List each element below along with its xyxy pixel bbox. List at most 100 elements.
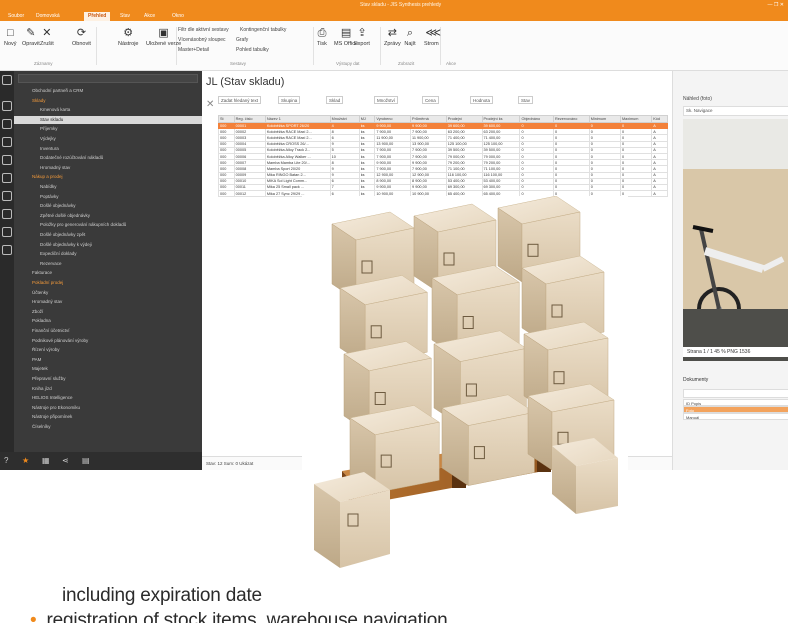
sidebar-item[interactable]: Pokladna (14, 317, 202, 325)
column-header[interactable]: St (218, 115, 235, 123)
sidebar-item[interactable]: Došlé objednávky (14, 202, 202, 210)
menu-tab[interactable]: Přehled (84, 12, 111, 21)
grid-filter-field[interactable]: Stav (518, 96, 534, 104)
sidebar-item[interactable]: Přepravní služby (14, 375, 202, 383)
sidebar-item[interactable]: Došlé objednávky zpět (14, 231, 202, 239)
menu-tab[interactable]: Okno (168, 12, 188, 21)
module-icon[interactable] (2, 209, 12, 219)
sidebar-item[interactable]: Nákup a prodej (14, 173, 202, 181)
window-controls[interactable]: — ❐ ✕ (768, 0, 784, 11)
column-header[interactable]: Kód (651, 115, 668, 123)
grid-icon[interactable]: ▦ (42, 456, 50, 465)
module-icon[interactable] (2, 75, 12, 85)
column-header[interactable]: Reg. číslo (233, 115, 266, 123)
sidebar-item[interactable]: Poptávky (14, 193, 202, 201)
module-icon[interactable] (2, 137, 12, 147)
ribbon-button[interactable]: ⚙ Nástroje (118, 27, 138, 47)
document-row[interactable]: Foto (683, 406, 788, 413)
sidebar-item[interactable]: Hromadný stav (14, 298, 202, 306)
ribbon-small-button[interactable]: Vícenásobný sloupec (178, 37, 226, 43)
sidebar-item[interactable]: Zpětné došlé objednávky (14, 212, 202, 220)
sidebar-item[interactable]: Položky pro generování nákupních dokladů (14, 221, 202, 229)
menu-tab[interactable]: Domovská (32, 12, 64, 21)
module-icon[interactable] (2, 155, 12, 165)
calendar-icon[interactable]: ▤ (82, 456, 90, 465)
module-icon[interactable] (2, 245, 12, 255)
ribbon-button[interactable]: □ Nový (4, 27, 17, 47)
preview-toolbar[interactable]: Sk. Navigace (683, 106, 788, 116)
help-icon[interactable]: ? (4, 456, 8, 465)
grid-filter-field[interactable]: Sklad (326, 96, 344, 104)
menu-tab[interactable]: Soubor (4, 12, 28, 21)
close-icon[interactable]: ✕ (206, 99, 214, 110)
sidebar-item[interactable]: Nabídky (14, 183, 202, 191)
documents-toolbar[interactable] (683, 389, 788, 398)
share-icon[interactable]: ⋖ (62, 456, 69, 465)
document-row[interactable]: Manuál (683, 413, 788, 420)
ribbon-button[interactable]: ⋘ Strom (424, 27, 441, 47)
sidebar-item[interactable]: Finanční účetnictví (14, 327, 202, 335)
sidebar-item[interactable]: Majetek (14, 365, 202, 373)
sidebar-item[interactable]: Expediční doklady (14, 250, 202, 258)
grid-filter-field[interactable]: Množství (374, 96, 399, 104)
document-row[interactable]: ID Popis (683, 399, 788, 406)
ribbon-button[interactable]: ⌕ Najít (404, 27, 416, 47)
column-header[interactable]: Objednáno (519, 115, 554, 123)
column-header[interactable]: Rezervováno (552, 115, 590, 123)
column-header[interactable]: MJ (358, 115, 376, 123)
column-header[interactable]: Prodejní (445, 115, 483, 123)
menu-tab[interactable]: Stav (116, 12, 134, 21)
sidebar-item[interactable]: PAM (14, 356, 202, 364)
sidebar-item[interactable]: Sklady (14, 97, 202, 105)
sidebar-item[interactable]: Rezervace (14, 260, 202, 268)
sidebar-item[interactable]: Zboží (14, 308, 202, 316)
module-icon[interactable] (2, 227, 12, 237)
module-icon[interactable] (2, 119, 12, 129)
sidebar-item[interactable]: Dodatečné rozúčtování nákladů (14, 154, 202, 162)
sidebar-item[interactable]: Obchodní partneři a CRM (14, 87, 202, 95)
module-icon[interactable] (2, 173, 12, 183)
ribbon-small-button[interactable]: Pohled tabulky (236, 47, 269, 53)
grid-filter-field[interactable]: Cena (422, 96, 439, 104)
ribbon-button[interactable]: ⎙ Tisk (316, 27, 328, 47)
sidebar-item[interactable]: Podnikové plánování výroby (14, 337, 202, 345)
column-header[interactable]: Průměrná (410, 115, 447, 123)
star-icon[interactable]: ★ (22, 456, 29, 465)
ribbon-button[interactable]: ⇪ Export (354, 27, 370, 47)
sidebar-item[interactable]: Kniha jízd (14, 385, 202, 393)
column-header[interactable]: Množství (329, 115, 360, 123)
ribbon-button[interactable]: ✕ Zrušit (40, 27, 54, 47)
column-header[interactable]: Prodejní ks (481, 115, 521, 123)
column-header[interactable]: Maximum (619, 115, 653, 123)
column-header[interactable]: Minimum (588, 115, 621, 123)
sidebar-item[interactable]: Nástroje připomínek (14, 413, 202, 421)
sidebar-item[interactable]: Došlé objednávky k výdeji (14, 241, 202, 249)
sidebar-item[interactable]: Pokladní prodej (14, 279, 202, 287)
grid-filter-field[interactable]: Hodnota (470, 96, 494, 104)
sidebar-item[interactable]: Číselníky (14, 423, 202, 431)
ribbon-button[interactable]: ▣ Uložené verze (146, 27, 181, 47)
grid-filter-field[interactable]: Zadat hledaný text (218, 96, 262, 104)
menu-tab[interactable]: Akce (140, 12, 159, 21)
ribbon-button[interactable]: ⇄ Zprávy (384, 27, 401, 47)
sidebar-item[interactable]: Řízení výroby (14, 346, 202, 354)
ribbon-small-button[interactable]: Grafy (236, 37, 248, 43)
sidebar-item[interactable]: Účtenky (14, 289, 202, 297)
sidebar-item[interactable]: Fakturace (14, 269, 202, 277)
column-header[interactable]: Název 1 (264, 115, 331, 123)
sidebar-item[interactable]: HELIOS Intelligence (14, 394, 202, 402)
sidebar-item[interactable]: Příjemky (14, 125, 202, 133)
ribbon-small-button[interactable]: Master+Detail (178, 47, 209, 53)
sidebar-item[interactable]: Kmenová karta (14, 106, 202, 114)
sidebar-item[interactable]: Výdejky (14, 135, 202, 143)
sidebar-item[interactable]: Stav skladu (14, 115, 202, 124)
column-header[interactable]: Vyrobeno (374, 115, 412, 123)
module-icon[interactable] (2, 101, 12, 111)
sidebar-item[interactable]: Inventura (14, 145, 202, 153)
ribbon-small-button[interactable]: Kontingenční tabulky (240, 27, 286, 33)
ribbon-button[interactable]: ⟳ Obnovit (72, 27, 91, 47)
sidebar-item[interactable]: Hromadný stav (14, 164, 202, 172)
sidebar-item[interactable]: Nástroje pro Ekonomiku (14, 404, 202, 412)
ribbon-button[interactable]: ✎ Opravit (22, 27, 40, 47)
ribbon-small-button[interactable]: Filtr dle aktivní sestavy (178, 27, 229, 33)
